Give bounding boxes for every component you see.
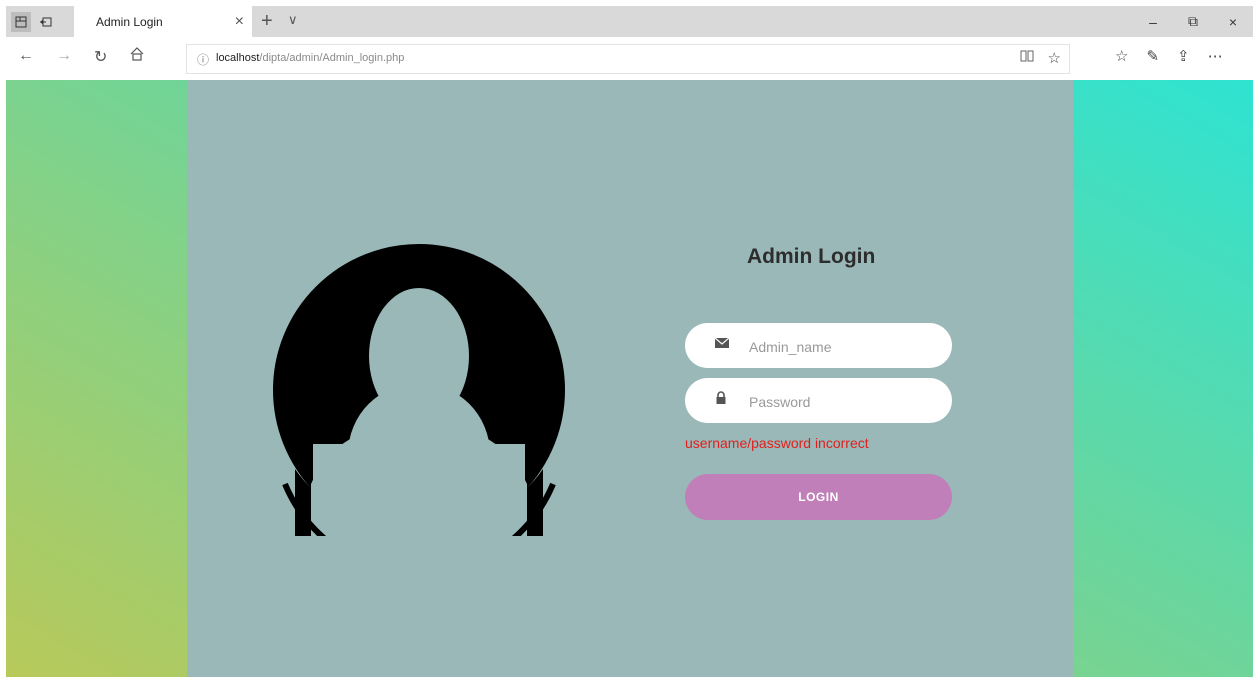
address-bar[interactable]: ⓘ localhost/dipta/admin/Admin_login.php … — [186, 44, 1070, 74]
restore-icon[interactable]: ⧉ — [1173, 6, 1213, 37]
tab-bar: Admin Login × + ∨ – ⧉ × — [6, 6, 1253, 37]
tab-list-chevron-icon[interactable]: ∨ — [288, 12, 298, 28]
avatar-user-icon — [273, 244, 565, 577]
tab-title: Admin Login — [96, 14, 163, 29]
login-panel: Admin Login username/password incorrect … — [187, 80, 1073, 677]
address-path: /dipta/admin/Admin_login.php — [259, 52, 405, 64]
browser-window: Admin Login × + ∨ – ⧉ × ← → ↻ ⓘ localhos… — [6, 6, 1253, 677]
reading-view-icon[interactable] — [1020, 49, 1034, 67]
page-background: Admin Login username/password incorrect … — [6, 80, 1253, 677]
login-title: Admin Login — [747, 245, 876, 268]
info-icon[interactable]: ⓘ — [197, 51, 209, 68]
username-input[interactable] — [747, 323, 941, 370]
tabs-aside-icon[interactable] — [11, 11, 31, 32]
address-url[interactable]: localhost/dipta/admin/Admin_login.php — [216, 52, 404, 64]
password-input[interactable] — [747, 378, 941, 425]
tab-close-icon[interactable]: × — [235, 13, 244, 31]
envelope-icon — [714, 336, 731, 352]
set-tabs-aside-icon[interactable] — [36, 12, 56, 32]
more-options-icon[interactable]: ⋯ — [1208, 47, 1223, 65]
home-icon[interactable] — [130, 47, 144, 66]
lock-icon — [715, 391, 731, 407]
minimize-icon[interactable]: – — [1133, 6, 1173, 37]
refresh-icon[interactable]: ↻ — [94, 47, 107, 67]
password-field[interactable] — [685, 378, 952, 425]
back-arrow-icon[interactable]: ← — [18, 47, 34, 65]
close-window-icon[interactable]: × — [1213, 6, 1253, 37]
window-controls: – ⧉ × — [1133, 6, 1253, 37]
new-tab-icon[interactable]: + — [261, 10, 273, 33]
tab-admin-login[interactable]: Admin Login × — [74, 6, 252, 37]
login-button[interactable]: LOGIN — [685, 474, 952, 520]
favorite-star-icon[interactable]: ☆ — [1048, 49, 1061, 67]
error-message: username/password incorrect — [685, 435, 869, 451]
pen-notes-icon[interactable]: ✎ — [1146, 47, 1159, 65]
share-icon[interactable]: ⇪ — [1177, 47, 1190, 65]
favorites-list-icon[interactable]: ☆ — [1115, 47, 1128, 65]
navigation-bar: ← → ↻ ⓘ localhost/dipta/admin/Admin_logi… — [6, 37, 1253, 81]
forward-arrow-icon[interactable]: → — [56, 47, 72, 65]
username-field[interactable] — [685, 323, 952, 370]
address-host: localhost — [216, 52, 260, 64]
toolbar-icons: ☆ ✎ ⇪ ⋯ — [1115, 47, 1223, 65]
